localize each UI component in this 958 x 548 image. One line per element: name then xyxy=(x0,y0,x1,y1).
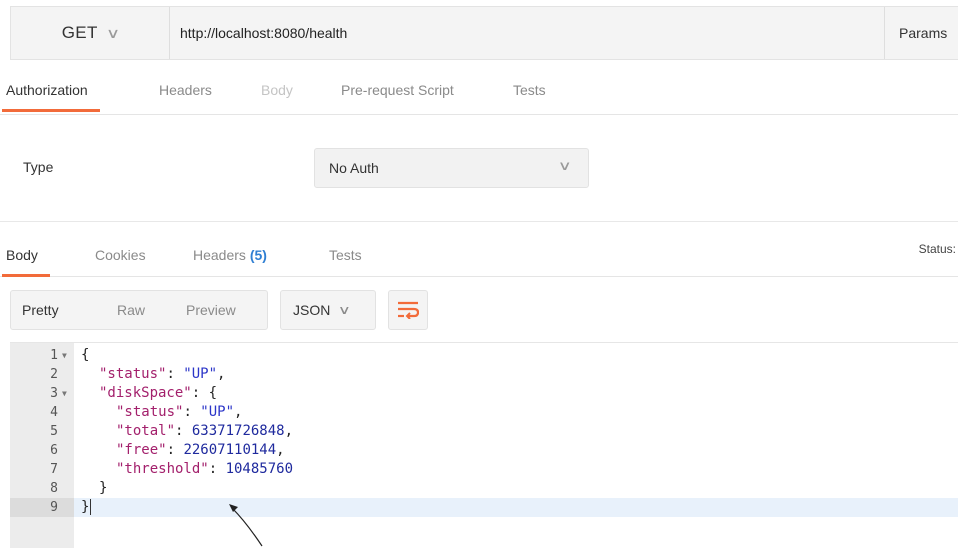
url-value: http://localhost:8080/health xyxy=(180,25,348,41)
pretty-button[interactable]: Pretty xyxy=(22,302,59,318)
json-key: "threshold" xyxy=(116,461,209,477)
line-number: 2 xyxy=(50,367,58,382)
json-brace: { xyxy=(81,347,90,363)
line-number: 6 xyxy=(50,443,58,458)
json-key: "diskSpace" xyxy=(99,385,192,401)
tab-body[interactable]: Body xyxy=(261,78,293,112)
code-line: 1 ▼ { xyxy=(10,346,958,365)
status-label: Status: xyxy=(918,242,956,256)
json-value: "UP" xyxy=(200,404,235,420)
tab-response-headers[interactable]: Headers (5) xyxy=(193,243,267,277)
wrap-lines-button[interactable] xyxy=(388,290,428,330)
view-mode-segmented: Pretty Raw Preview xyxy=(10,290,268,330)
line-number: 8 xyxy=(50,481,58,496)
json-value: 10485760 xyxy=(225,461,294,477)
json-value: "UP" xyxy=(183,366,218,382)
code-line: 3 ▼ "diskSpace": { xyxy=(50,384,218,403)
json-key: "total" xyxy=(116,423,176,439)
auth-type-select[interactable]: No Auth ∨ xyxy=(314,148,589,188)
code-line: 2 "status": "UP", xyxy=(50,366,226,382)
json-key: "free" xyxy=(116,442,167,458)
chevron-down-icon: ∨ xyxy=(558,158,573,173)
code-line-active: 9 } xyxy=(10,498,958,517)
method-label: GET xyxy=(61,23,98,42)
response-headers-label: Headers xyxy=(193,247,246,263)
json-value: 22607110144 xyxy=(183,442,277,458)
line-number: 3 xyxy=(50,386,58,401)
fold-arrow-icon[interactable]: ▼ xyxy=(62,384,67,403)
tab-authorization[interactable]: Authorization xyxy=(2,78,100,112)
request-bar: GET ∨ http://localhost:8080/health Param… xyxy=(10,6,958,60)
response-body-editor[interactable]: 1 ▼ { 2 "status": "UP", 3 ▼ "diskSpace": {… xyxy=(10,342,958,548)
auth-type-label: Type xyxy=(23,159,54,175)
params-label: Params xyxy=(899,25,948,41)
response-tabs: Body Cookies Headers (5) Tests Status: xyxy=(0,240,958,277)
code-line: 4 "status": "UP", xyxy=(50,404,243,420)
method-select[interactable]: GET ∨ xyxy=(11,7,169,59)
json-key: "status" xyxy=(99,366,167,382)
json-brace: { xyxy=(208,385,218,401)
json-value: 63371726848 xyxy=(191,423,285,439)
code-line: 6 "free": 22607110144, xyxy=(50,442,285,458)
text-cursor xyxy=(90,499,100,515)
json-key: "status" xyxy=(116,404,184,420)
tab-response-body[interactable]: Body xyxy=(2,243,50,277)
code-line: 8 } xyxy=(10,479,958,498)
tab-cookies[interactable]: Cookies xyxy=(95,243,146,277)
json-brace: } xyxy=(99,480,108,496)
request-tabs: Authorization Headers Body Pre-request S… xyxy=(0,78,958,115)
url-input[interactable]: http://localhost:8080/health xyxy=(169,7,885,59)
wrap-lines-icon xyxy=(398,301,419,319)
tab-headers[interactable]: Headers xyxy=(159,78,212,112)
format-select[interactable]: JSON ∨ xyxy=(280,290,376,330)
tab-tests[interactable]: Tests xyxy=(513,78,546,112)
line-number: 1 xyxy=(50,348,58,363)
chevron-down-icon: ∨ xyxy=(105,24,121,41)
section-divider xyxy=(0,221,958,222)
tab-pre-request-script[interactable]: Pre-request Script xyxy=(341,78,454,112)
chevron-down-icon: ∨ xyxy=(338,303,352,317)
line-number: 9 xyxy=(50,500,58,515)
json-brace: } xyxy=(81,499,90,515)
code-line: 5 "total": 63371726848, xyxy=(50,423,294,439)
raw-button[interactable]: Raw xyxy=(117,302,145,318)
line-number: 5 xyxy=(50,424,58,439)
params-button[interactable]: Params xyxy=(885,7,958,59)
tab-response-tests[interactable]: Tests xyxy=(329,243,362,277)
auth-type-value: No Auth xyxy=(329,160,379,176)
format-value: JSON xyxy=(293,302,331,318)
code-line: 7 "threshold": 10485760 xyxy=(50,461,294,477)
line-number: 7 xyxy=(50,462,58,477)
preview-button[interactable]: Preview xyxy=(186,302,236,318)
headers-count-badge: (5) xyxy=(249,247,267,263)
fold-arrow-icon[interactable]: ▼ xyxy=(62,346,67,365)
line-number: 4 xyxy=(50,405,58,420)
